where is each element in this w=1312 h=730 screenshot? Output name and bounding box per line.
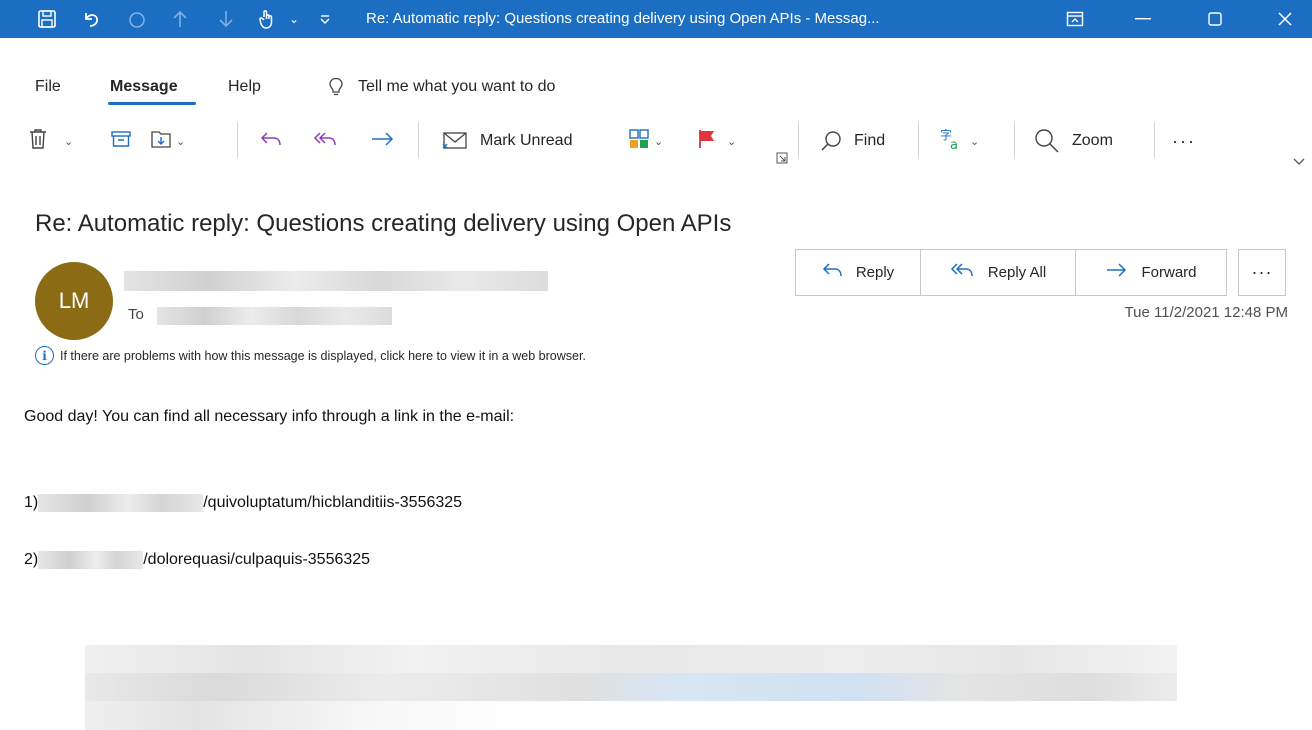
delete-button[interactable]: ⌄ (28, 122, 73, 160)
find-label: Find (854, 132, 886, 149)
forward-icon (370, 129, 396, 154)
reply-label: Reply (855, 264, 895, 281)
mark-unread-button[interactable]: Mark Unread (440, 122, 572, 160)
reply-all-icon (950, 261, 976, 285)
menu-help[interactable]: Help (228, 76, 261, 98)
envelope-icon (440, 130, 468, 152)
link-1-domain-redacted (38, 494, 204, 512)
window-title: Re: Automatic reply: Questions creating … (366, 10, 880, 27)
chevron-down-icon[interactable]: ⌄ (970, 135, 979, 148)
save-icon[interactable] (34, 0, 60, 38)
link-1-prefix: 1) (24, 494, 39, 511)
reply-icon (259, 129, 283, 154)
info-icon: i (35, 346, 54, 365)
tell-me-search[interactable]: Tell me what you want to do (328, 76, 555, 98)
more-commands-button[interactable]: ··· (1172, 122, 1196, 160)
customize-icon[interactable] (315, 0, 335, 38)
reply-all-label: Reply All (987, 264, 1047, 281)
find-button[interactable]: Find (820, 122, 885, 160)
svg-text:a: a (950, 138, 958, 151)
message-date: Tue 11/2/2021 12:48 PM (1124, 304, 1288, 321)
toolbar-divider (798, 122, 799, 158)
up-arrow-icon[interactable] (168, 0, 192, 38)
dialog-launcher-icon[interactable] (776, 151, 788, 169)
reply-all-icon (312, 129, 338, 154)
chevron-down-icon[interactable]: ⌄ (176, 135, 185, 148)
archive-icon (110, 129, 132, 154)
menu-message[interactable]: Message (110, 76, 178, 98)
trash-icon (28, 128, 48, 155)
title-bar: ⌄ Re: Automatic reply: Questions creatin… (0, 0, 1312, 38)
follow-up-button[interactable]: ⌄ (697, 122, 736, 160)
info-text: If there are problems with how this mess… (60, 348, 586, 363)
zoom-label: Zoom (1072, 132, 1113, 149)
move-to-folder-icon (150, 129, 172, 154)
more-actions-button[interactable]: ··· (1238, 249, 1286, 296)
chevron-down-icon[interactable]: ⌄ (64, 135, 73, 148)
minimize-button[interactable] (1120, 0, 1166, 38)
info-bar[interactable]: i If there are problems with how this me… (35, 346, 586, 365)
archive-button[interactable] (110, 122, 132, 160)
search-icon (820, 130, 842, 152)
move-button[interactable]: ⌄ (150, 122, 185, 160)
link-2-prefix: 2) (24, 551, 39, 568)
sender-name-redacted (124, 271, 548, 291)
message-subject: Re: Automatic reply: Questions creating … (35, 210, 732, 237)
recipient-redacted (157, 307, 392, 325)
forward-label: Forward (1141, 264, 1197, 281)
undo-icon[interactable] (78, 0, 104, 38)
lightbulb-icon (328, 77, 344, 97)
translate-button[interactable]: 字a ⌄ (940, 122, 979, 160)
avatar: LM (35, 262, 113, 340)
toolbar-divider (418, 122, 419, 158)
message-actions: Reply Reply All Forward (795, 249, 1227, 296)
link-2-domain-redacted (38, 551, 144, 569)
ribbon-display-icon[interactable] (1052, 0, 1098, 38)
chevron-down-icon[interactable]: ⌄ (654, 135, 663, 148)
categorize-icon (628, 128, 650, 155)
forward-button[interactable]: Forward (1076, 250, 1226, 295)
to-label: To (128, 306, 144, 323)
toolbar-divider (918, 122, 919, 158)
translate-icon: 字a (940, 127, 966, 156)
toolbar-divider (237, 122, 238, 158)
touch-mode-icon[interactable] (252, 0, 282, 38)
reply-all-toolbar-button[interactable] (312, 122, 338, 160)
reply-button[interactable]: Reply (796, 250, 921, 295)
forward-icon (1105, 261, 1129, 285)
body-link-2[interactable]: 2) /dolorequasi/culpaquis-3556325 (24, 551, 370, 569)
zoom-icon (1034, 128, 1060, 154)
active-tab-indicator (108, 102, 196, 105)
link-1-path: /quivoluptatum/hicblanditiis-3556325 (203, 494, 463, 511)
reply-all-button[interactable]: Reply All (921, 250, 1076, 295)
reply-toolbar-button[interactable] (259, 122, 283, 160)
toolbar-divider (1014, 122, 1015, 158)
maximize-button[interactable] (1192, 0, 1238, 38)
toolbar-divider (1154, 122, 1155, 158)
flag-icon (697, 128, 717, 155)
expand-ribbon-icon[interactable] (1292, 156, 1306, 170)
redo-icon[interactable] (124, 0, 150, 38)
chevron-down-icon[interactable]: ⌄ (285, 0, 303, 38)
close-button[interactable] (1262, 0, 1308, 38)
link-2-path: /dolorequasi/culpaquis-3556325 (143, 551, 371, 568)
tell-me-label: Tell me what you want to do (358, 78, 556, 95)
down-arrow-icon[interactable] (214, 0, 238, 38)
signature-redacted (85, 645, 1177, 730)
zoom-button[interactable]: Zoom (1034, 122, 1113, 160)
menu-file[interactable]: File (35, 76, 61, 98)
body-link-1[interactable]: 1) /quivoluptatum/hicblanditiis-3556325 (24, 494, 462, 512)
mark-unread-label: Mark Unread (480, 132, 573, 149)
body-greeting: Good day! You can find all necessary inf… (24, 408, 515, 425)
categorize-button[interactable]: ⌄ (628, 122, 663, 160)
chevron-down-icon[interactable]: ⌄ (727, 135, 736, 148)
forward-toolbar-button[interactable] (370, 122, 396, 160)
reply-icon (822, 261, 844, 285)
avatar-initials: LM (58, 288, 90, 313)
